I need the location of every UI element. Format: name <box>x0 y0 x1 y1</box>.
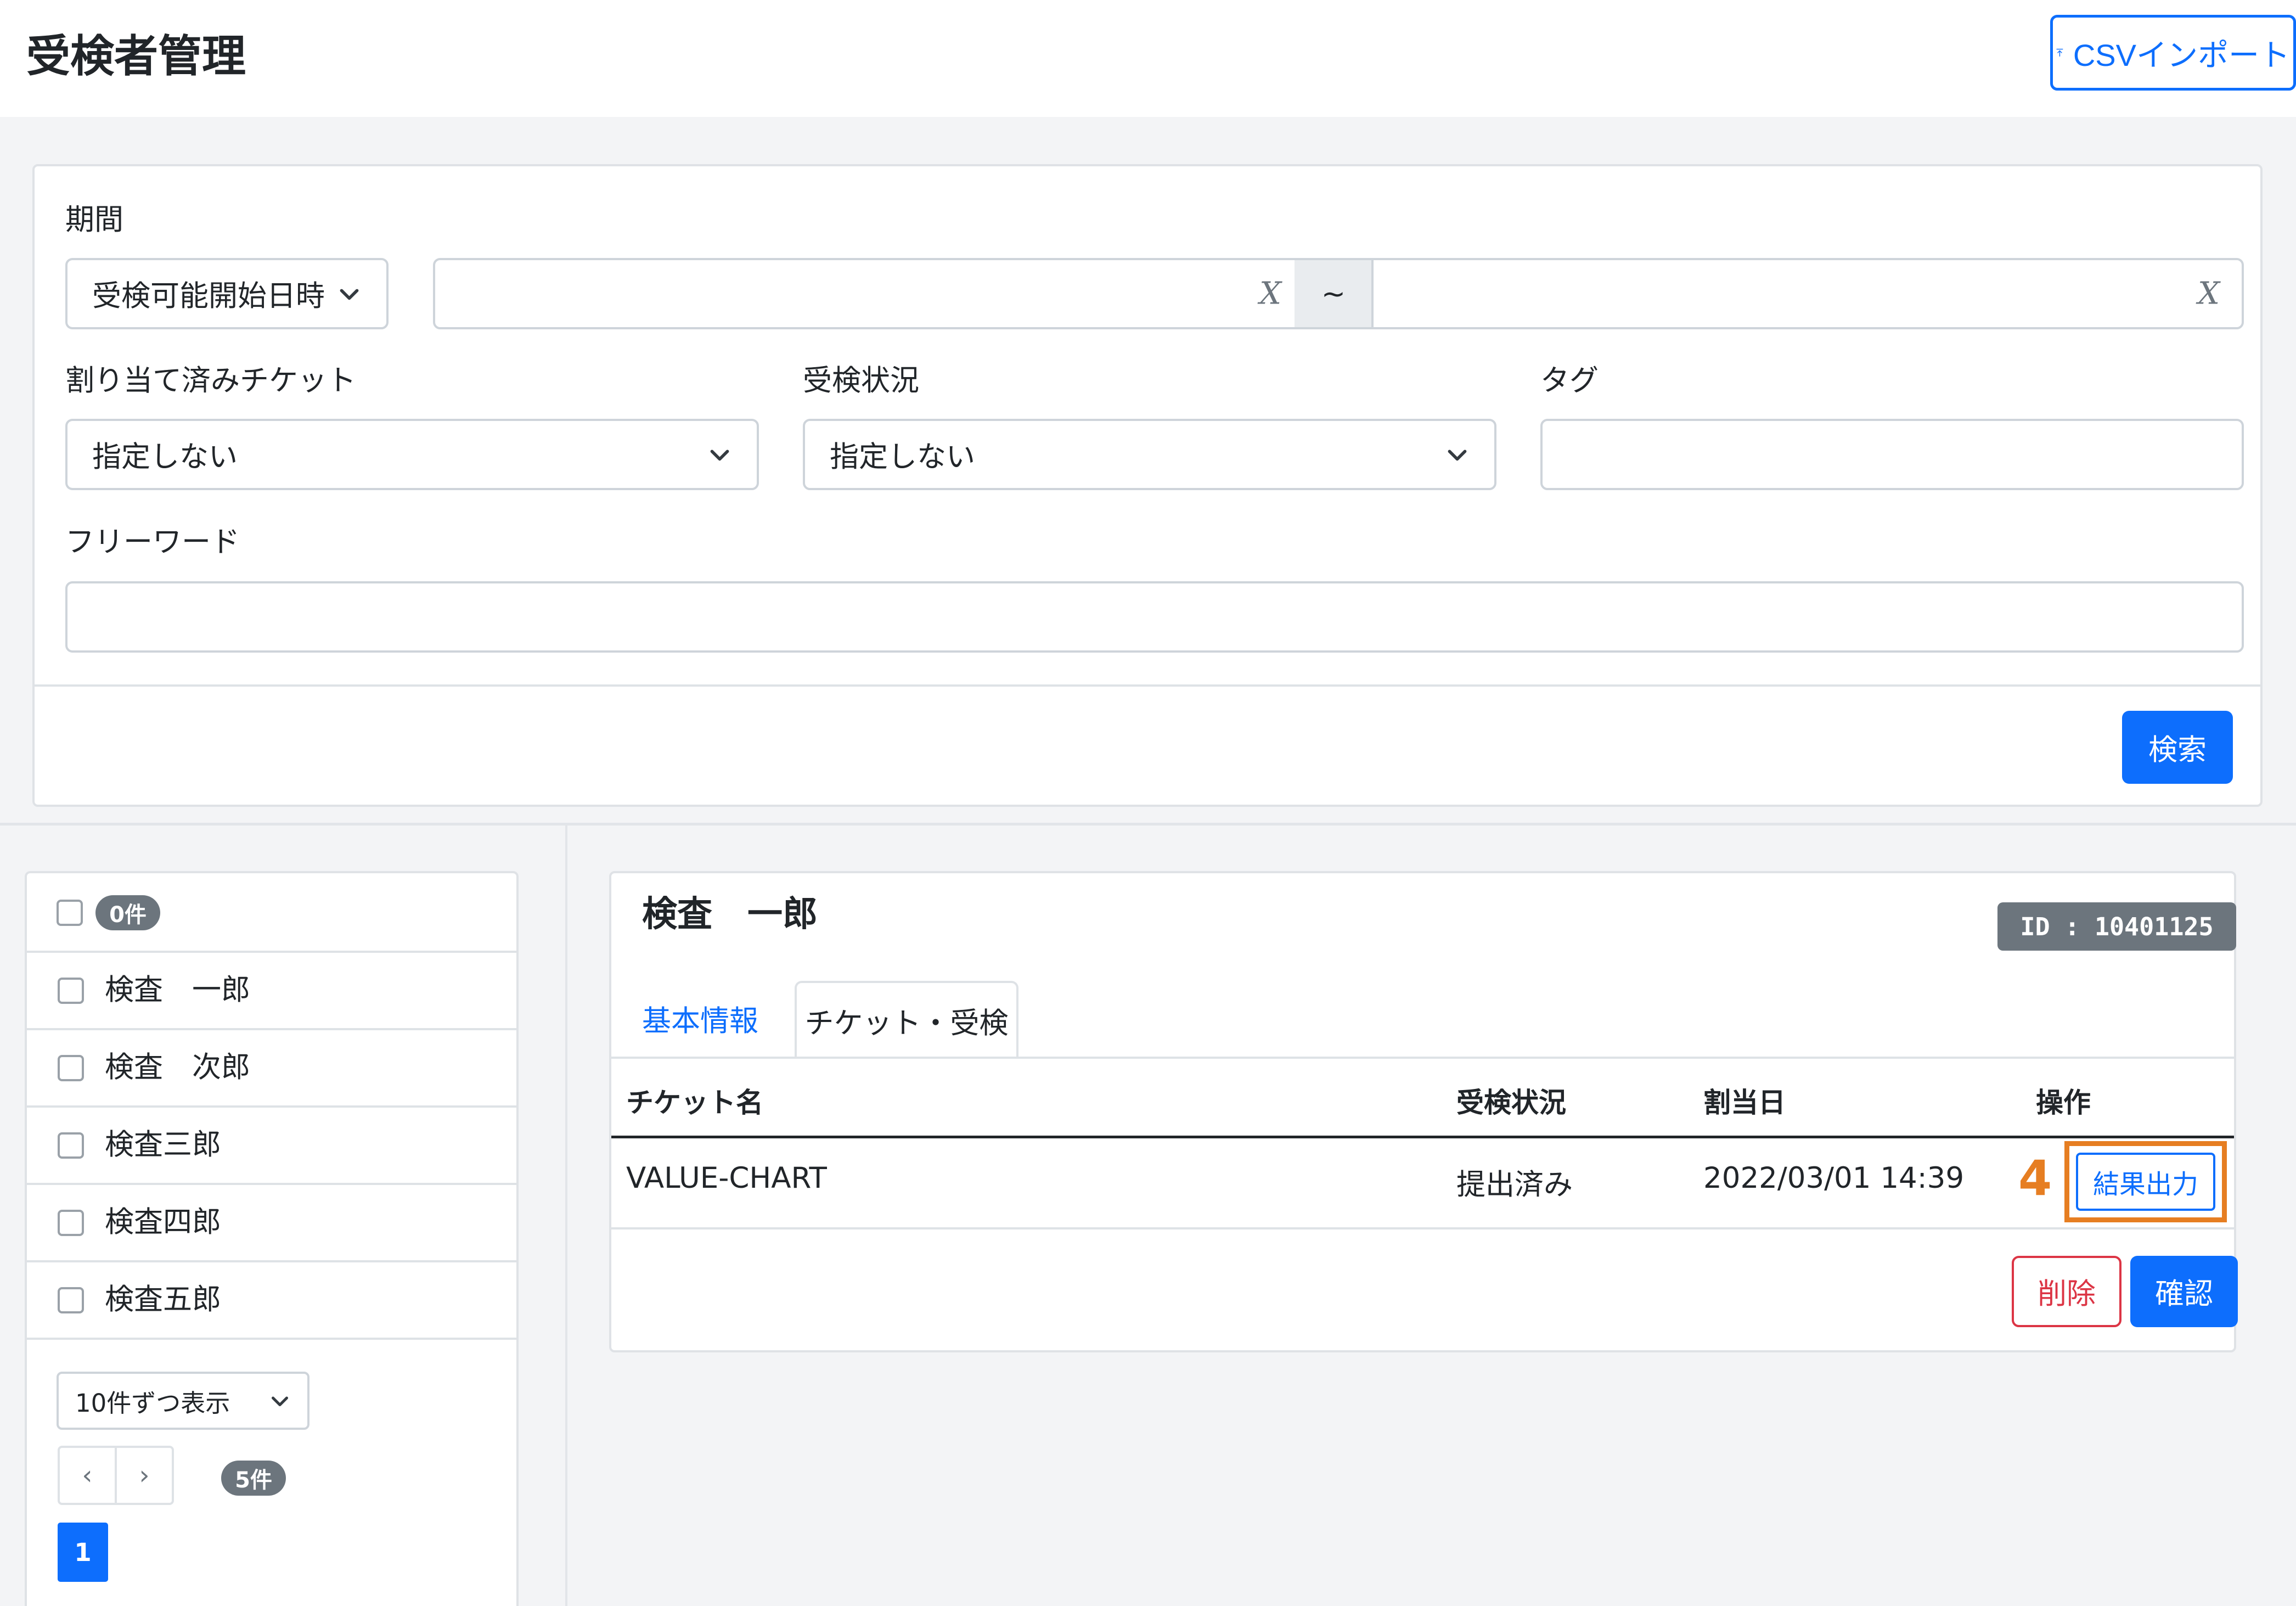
date-cell: 2022/03/01 14:39 <box>1703 1161 1965 1195</box>
section-divider <box>0 823 2296 826</box>
period-label: 期間 <box>65 203 123 237</box>
period-start-input[interactable]: X <box>433 258 1305 329</box>
tag-input[interactable] <box>1540 419 2244 490</box>
examinee-list-panel: 0件 検査 一郎 検査 次郎 検査三郎 検査四郎 検査五郎 10件ずつ表示 ‹ … <box>25 871 519 1606</box>
exam-status-label: 受検状況 <box>803 364 919 397</box>
column-header-date: 割当日 <box>1703 1087 1786 1119</box>
chevron-down-icon <box>272 1396 288 1406</box>
column-header-status: 受検状況 <box>1456 1087 1566 1119</box>
select-all-checkbox[interactable] <box>57 900 83 926</box>
status-cell: 提出済み <box>1456 1168 1573 1201</box>
tab-underline <box>611 1057 2234 1059</box>
list-item[interactable]: 検査 一郎 <box>27 953 516 1028</box>
id-badge: ID : 10401125 <box>1997 902 2236 951</box>
list-item-name: 検査三郎 <box>105 1128 221 1161</box>
clear-end-icon[interactable]: X <box>2198 276 2220 312</box>
selected-count-badge: 0件 <box>95 895 160 930</box>
period-type-select[interactable]: 受検可能開始日時 <box>65 258 389 329</box>
list-item-name: 検査五郎 <box>105 1283 221 1316</box>
column-header-action: 操作 <box>2036 1087 2091 1119</box>
csv-import-label: CSVインポート <box>2073 37 2290 72</box>
page-title: 受検者管理 <box>26 31 246 82</box>
search-panel: 期間 受検可能開始日時 X ~ X 割り当て済みチケット 指定しない 受検状況 … <box>32 164 2263 807</box>
assigned-ticket-value: 指定しない <box>92 440 238 474</box>
list-item-name: 検査四郎 <box>105 1205 221 1239</box>
list-item-name: 検査 次郎 <box>105 1051 250 1084</box>
chevron-down-icon <box>710 450 729 461</box>
tab-ticket-exam[interactable]: チケット・受検 <box>795 981 1018 1059</box>
clear-start-icon[interactable]: X <box>1259 276 1281 312</box>
list-item[interactable]: 検査五郎 <box>27 1262 516 1338</box>
page-button-1[interactable]: 1 <box>58 1523 108 1582</box>
table-row: VALUE-CHART 提出済み 2022/03/01 14:39 4 結果出力 <box>611 1138 2234 1227</box>
page-size-value: 10件ずつ表示 <box>75 1388 230 1418</box>
period-end-input[interactable]: X <box>1371 258 2244 329</box>
confirm-button[interactable]: 確認 <box>2130 1256 2238 1327</box>
column-divider <box>565 826 567 1606</box>
csv-import-button[interactable]: CSVインポート <box>2050 15 2296 91</box>
row-checkbox[interactable] <box>58 978 84 1004</box>
tab-basic-info[interactable]: 基本情報 <box>629 981 772 1057</box>
exam-status-select[interactable]: 指定しない <box>803 419 1496 490</box>
row-checkbox[interactable] <box>58 1287 84 1313</box>
exam-status-value: 指定しない <box>830 440 975 474</box>
row-checkbox[interactable] <box>58 1132 84 1159</box>
period-type-value: 受検可能開始日時 <box>92 279 325 313</box>
row-divider <box>27 1338 516 1340</box>
panel-divider <box>35 684 2260 687</box>
list-item[interactable]: 検査 次郎 <box>27 1030 516 1105</box>
search-button[interactable]: 検索 <box>2122 711 2233 784</box>
total-count-badge: 5件 <box>221 1461 286 1496</box>
prev-page-button[interactable]: ‹ <box>58 1446 117 1505</box>
row-checkbox[interactable] <box>58 1210 84 1236</box>
freeword-label: フリーワード <box>65 525 240 559</box>
chevron-down-icon <box>1448 450 1467 461</box>
table-bottom-rule <box>611 1227 2234 1229</box>
upload-icon <box>2056 48 2063 57</box>
examinee-detail-panel: 検査 一郎 ID : 10401125 基本情報 チケット・受検 チケット名 受… <box>609 871 2238 1352</box>
row-checkbox[interactable] <box>58 1055 84 1081</box>
assigned-ticket-select[interactable]: 指定しない <box>65 419 759 490</box>
column-header-ticket: チケット名 <box>626 1087 763 1119</box>
list-item[interactable]: 検査三郎 <box>27 1108 516 1183</box>
chevron-down-icon <box>340 289 359 300</box>
list-item-name: 検査 一郎 <box>105 973 250 1007</box>
list-item[interactable]: 検査四郎 <box>27 1185 516 1260</box>
delete-button[interactable]: 削除 <box>2012 1256 2121 1327</box>
page-size-select[interactable]: 10件ずつ表示 <box>57 1372 309 1430</box>
page-header <box>0 0 2296 117</box>
examinee-name: 検査 一郎 <box>642 894 818 935</box>
ticket-name-cell: VALUE-CHART <box>626 1161 827 1195</box>
result-output-button[interactable]: 結果出力 <box>2076 1153 2215 1211</box>
range-separator: ~ <box>1295 258 1372 329</box>
next-page-button[interactable]: › <box>115 1446 174 1505</box>
step-number-annotation: 4 <box>2018 1150 2052 1206</box>
tag-label: タグ <box>1540 364 1599 397</box>
freeword-input[interactable] <box>65 581 2244 653</box>
assigned-ticket-label: 割り当て済みチケット <box>65 364 356 397</box>
